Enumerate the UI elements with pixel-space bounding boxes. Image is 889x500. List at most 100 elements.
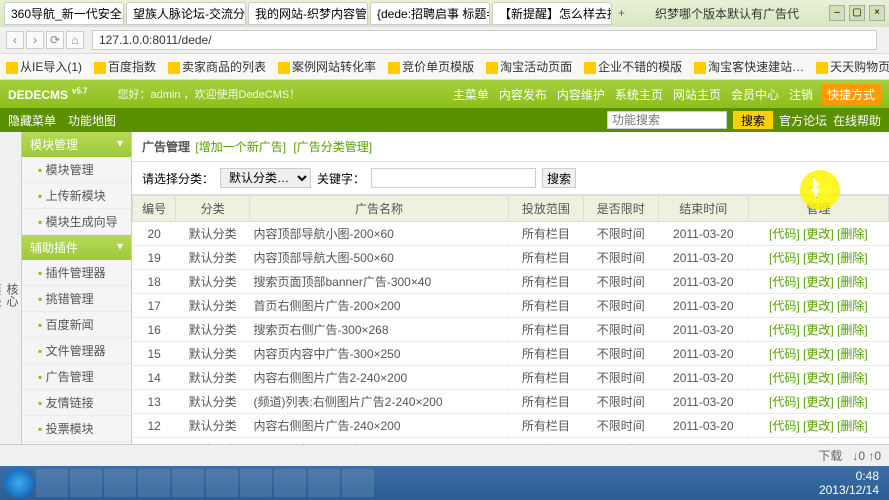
window-max[interactable]: ▢ bbox=[849, 5, 865, 21]
nav-home[interactable]: ⌂ bbox=[66, 31, 84, 49]
start-button[interactable] bbox=[4, 468, 34, 498]
task-app8[interactable] bbox=[342, 469, 374, 497]
table-row: 19默认分类内容顶部导航大图-500×60所有栏目不限时间2011-03-20[… bbox=[133, 246, 889, 270]
task-app5[interactable] bbox=[240, 469, 272, 497]
row-ops[interactable]: [代码] [更改] [删除] bbox=[748, 342, 888, 366]
task-ie[interactable] bbox=[36, 469, 68, 497]
nav-back[interactable]: ‹ bbox=[6, 31, 24, 49]
dede-nav-item[interactable]: 内容维护 bbox=[557, 86, 605, 103]
row-ops[interactable]: [代码] [更改] [删除] bbox=[748, 390, 888, 414]
window-close[interactable]: × bbox=[869, 5, 885, 21]
bookmark-item[interactable]: 卖家商品的列表 bbox=[168, 58, 266, 75]
table-row: 16默认分类搜索页右侧广告-300×268所有栏目不限时间2011-03-20[… bbox=[133, 318, 889, 342]
task-app1[interactable] bbox=[104, 469, 136, 497]
nav-fwd[interactable]: › bbox=[26, 31, 44, 49]
row-ops[interactable]: [代码] [更改] [删除] bbox=[748, 246, 888, 270]
col-header: 是否限时 bbox=[583, 196, 658, 222]
dede-nav-item[interactable]: 主菜单 bbox=[453, 86, 489, 103]
dede-nav-item[interactable]: 网站主页 bbox=[673, 86, 721, 103]
table-row: 14默认分类内容右侧图片广告2-240×200所有栏目不限时间2011-03-2… bbox=[133, 366, 889, 390]
system-tray[interactable]: 0:482013/12/14 bbox=[819, 469, 885, 498]
browser-tab[interactable]: 360导航_新一代安全上× bbox=[4, 2, 124, 25]
task-app2[interactable] bbox=[138, 469, 170, 497]
dede-nav-item[interactable]: 系统主页 bbox=[615, 86, 663, 103]
bookmark-item[interactable]: 案例网站转化率 bbox=[278, 58, 376, 75]
sidebar-group-module[interactable]: 模块管理▾ bbox=[22, 132, 131, 157]
left-rail[interactable]: 核心模块生成采集会员模板系统 bbox=[0, 132, 22, 462]
search-btn[interactable]: 搜索 bbox=[542, 168, 576, 188]
browser-tab[interactable]: 我的网站-织梦内容管理× bbox=[248, 2, 368, 25]
add-ad-link[interactable]: [增加一个新广告] bbox=[195, 140, 286, 154]
row-ops[interactable]: [代码] [更改] [删除] bbox=[748, 366, 888, 390]
table-row: 13默认分类(频道)列表:右侧图片广告2-240×200所有栏目不限时间2011… bbox=[133, 390, 889, 414]
bookmark-item[interactable]: 竞价单页模版 bbox=[388, 58, 474, 75]
func-search-input[interactable] bbox=[607, 111, 727, 129]
sidebar-item[interactable]: 模块生成向导 bbox=[22, 209, 131, 235]
address-bar: ‹ › ⟳ ⌂ 127.1.0.0:8011/dede/ bbox=[0, 26, 889, 54]
net-speed: ↓0 ↑0 bbox=[852, 449, 881, 463]
fast-method-btn[interactable]: 快捷方式 bbox=[821, 84, 881, 105]
hide-menu[interactable]: 隐藏菜单 bbox=[8, 114, 56, 128]
forum-link[interactable]: 官方论坛 bbox=[779, 112, 827, 129]
new-tab-btn[interactable]: + bbox=[618, 6, 625, 20]
sidebar: 模块管理▾ 模块管理上传新模块模块生成向导 辅助插件▾ 插件管理器挑错管理百度新… bbox=[22, 132, 132, 462]
table-row: 12默认分类内容右侧图片广告-240×200所有栏目不限时间2011-03-20… bbox=[133, 414, 889, 438]
sidebar-item[interactable]: 广告管理 bbox=[22, 364, 131, 390]
sidebar-group-plugin[interactable]: 辅助插件▾ bbox=[22, 235, 131, 260]
bookmark-item[interactable]: 企业不错的模版 bbox=[584, 58, 682, 75]
browser-tab[interactable]: 望族人脉论坛-交流分…× bbox=[126, 2, 246, 25]
sidebar-item[interactable]: 挑错管理 bbox=[22, 286, 131, 312]
nav-reload[interactable]: ⟳ bbox=[46, 31, 64, 49]
browser-tab[interactable]: {dede:招聘启事 标题=× bbox=[370, 2, 490, 25]
ad-cat-link[interactable]: [广告分类管理] bbox=[293, 140, 372, 154]
help-link[interactable]: 在线帮助 bbox=[833, 112, 881, 129]
task-app7[interactable] bbox=[308, 469, 340, 497]
taskbar: 0:482013/12/14 bbox=[0, 466, 889, 500]
task-app6[interactable] bbox=[274, 469, 306, 497]
func-search-btn[interactable]: 搜索 bbox=[733, 111, 773, 129]
row-ops[interactable]: [代码] [更改] [删除] bbox=[748, 270, 888, 294]
sidebar-item[interactable]: 文件管理器 bbox=[22, 338, 131, 364]
task-app4[interactable] bbox=[206, 469, 238, 497]
url-input[interactable]: 127.1.0.0:8011/dede/ bbox=[92, 30, 877, 50]
col-header: 分类 bbox=[176, 196, 250, 222]
row-ops[interactable]: [代码] [更改] [删除] bbox=[748, 222, 888, 246]
filter-bar: 请选择分类： 默认分类… 关键字： 搜索 bbox=[132, 162, 889, 195]
left-rail-item[interactable]: 模块 bbox=[0, 136, 4, 454]
row-ops[interactable]: [代码] [更改] [删除] bbox=[748, 414, 888, 438]
bookmarks-bar: 从IE导入(1) 百度指数卖家商品的列表案例网站转化率竞价单页模版淘宝活动页面企业… bbox=[0, 54, 889, 80]
browser-tab[interactable]: 【新提醒】怎么样去挣× bbox=[492, 2, 612, 25]
content-area: 广告管理 [增加一个新广告] [广告分类管理] 请选择分类： 默认分类… 关键字… bbox=[132, 132, 889, 462]
sidebar-item[interactable]: 模块管理 bbox=[22, 157, 131, 183]
bookmark-item[interactable]: 百度指数 bbox=[94, 58, 156, 75]
dede-logo: DEDECMS v5.7 bbox=[8, 86, 87, 102]
bookmark-item[interactable]: 淘宝客快速建站… bbox=[694, 58, 804, 75]
func-map[interactable]: 功能地图 bbox=[68, 114, 116, 128]
dede-nav-item[interactable]: 内容发布 bbox=[499, 86, 547, 103]
sidebar-item[interactable]: 投票模块 bbox=[22, 416, 131, 442]
window-min[interactable]: – bbox=[829, 5, 845, 21]
table-row: 15默认分类内容页内容中广告-300×250所有栏目不限时间2011-03-20… bbox=[133, 342, 889, 366]
sidebar-item[interactable]: 友情链接 bbox=[22, 390, 131, 416]
sidebar-item[interactable]: 上传新模块 bbox=[22, 183, 131, 209]
col-header: 结束时间 bbox=[658, 196, 748, 222]
browser-statusbar: 下载 ↓0 ↑0 bbox=[0, 444, 889, 466]
row-ops[interactable]: [代码] [更改] [删除] bbox=[748, 294, 888, 318]
bookmark-item[interactable]: 从IE导入(1) bbox=[6, 58, 82, 75]
left-rail-item[interactable]: 核心 bbox=[4, 136, 21, 454]
keyword-input[interactable] bbox=[371, 168, 536, 188]
sidebar-item[interactable]: 百度新闻 bbox=[22, 312, 131, 338]
browser-titlebar: 360导航_新一代安全上×望族人脉论坛-交流分…×我的网站-织梦内容管理×{de… bbox=[0, 0, 889, 26]
sidebar-item[interactable]: 插件管理器 bbox=[22, 260, 131, 286]
task-explorer[interactable] bbox=[70, 469, 102, 497]
task-app3[interactable] bbox=[172, 469, 204, 497]
dede-nav-item[interactable]: 注销 bbox=[789, 86, 813, 103]
welcome-text: 您好：admin ，欢迎使用DedeCMS！ bbox=[117, 86, 300, 102]
table-row: 18默认分类搜索页面顶部banner广告-300×40所有栏目不限时间2011-… bbox=[133, 270, 889, 294]
bookmark-item[interactable]: 天天购物页面 bbox=[816, 58, 889, 75]
dede-nav-item[interactable]: 会员中心 bbox=[731, 86, 779, 103]
download-label[interactable]: 下载 bbox=[818, 447, 842, 464]
bookmark-item[interactable]: 淘宝活动页面 bbox=[486, 58, 572, 75]
cat-select[interactable]: 默认分类… bbox=[220, 168, 311, 188]
row-ops[interactable]: [代码] [更改] [删除] bbox=[748, 318, 888, 342]
